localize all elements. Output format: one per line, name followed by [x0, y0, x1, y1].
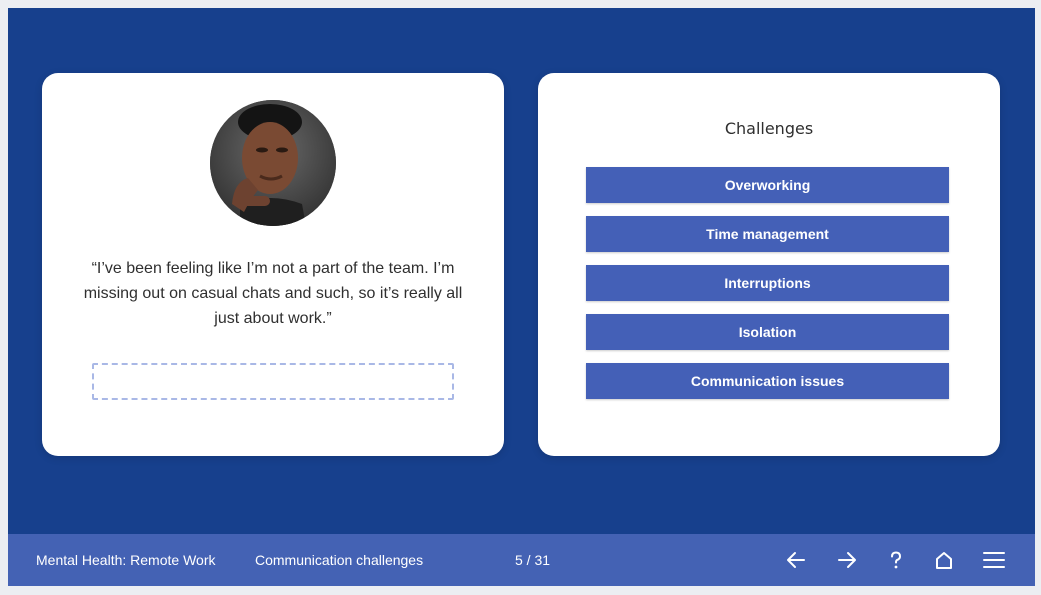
menu-button[interactable]: [980, 546, 1008, 574]
home-icon: [936, 552, 952, 569]
home-button[interactable]: [930, 546, 958, 574]
persona-avatar: [210, 100, 336, 226]
challenges-card: Challenges Overworking Time management I…: [538, 73, 1000, 456]
help-button[interactable]: [882, 546, 910, 574]
menu-icon: [983, 552, 1005, 568]
next-button[interactable]: [833, 546, 861, 574]
previous-button[interactable]: [782, 546, 810, 574]
persona-quote: “I’ve been feeling like I’m not a part o…: [83, 260, 463, 327]
persona-card: “I’ve been feeling like I’m not a part o…: [42, 73, 504, 456]
challenge-option-communication-issues[interactable]: Communication issues: [586, 363, 949, 399]
footer-bar: Mental Health: Remote Work Communication…: [8, 534, 1035, 586]
answer-drop-zone[interactable]: [92, 363, 454, 400]
slide-frame: “I’ve been feeling like I’m not a part o…: [8, 8, 1035, 586]
challenge-option-overworking[interactable]: Overworking: [586, 167, 949, 203]
arrow-left-icon: [787, 552, 805, 568]
course-title: Mental Health: Remote Work: [36, 552, 216, 568]
challenge-option-isolation[interactable]: Isolation: [586, 314, 949, 350]
lesson-title: Communication challenges: [255, 552, 424, 568]
challenges-title: Challenges: [724, 119, 814, 138]
arrow-right-icon: [838, 552, 856, 568]
help-icon: [891, 551, 902, 569]
challenge-option-time-management[interactable]: Time management: [586, 216, 949, 252]
page-indicator: 5 / 31: [515, 552, 551, 568]
challenge-option-interruptions[interactable]: Interruptions: [586, 265, 949, 301]
